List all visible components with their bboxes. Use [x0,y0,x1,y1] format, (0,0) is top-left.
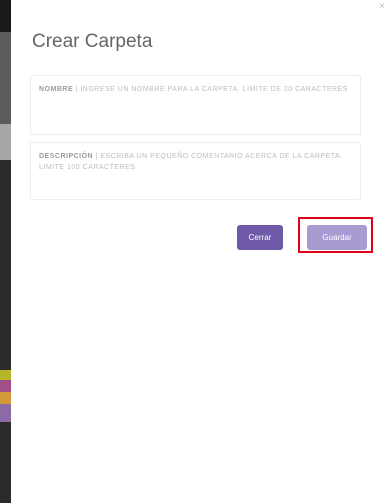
folder-name-input[interactable]: NOMBRE | INGRESE UN NOMBRE PARA LA CARPE… [30,75,361,135]
folder-description-label: DESCRIPCIÓN [39,153,94,160]
folder-name-placeholder: NOMBRE | INGRESE UN NOMBRE PARA LA CARPE… [39,84,350,95]
backdrop-band [0,0,11,32]
folder-description-placeholder: DESCRIPCIÓN | ESCRIBA UN PEQUEÑO COMENTA… [39,151,350,173]
backdrop-band [0,392,11,404]
background-overlay [0,0,11,503]
dialog-title: Crear Carpeta [32,31,153,52]
save-button[interactable]: Guardar [307,225,367,250]
folder-description-input[interactable]: DESCRIPCIÓN | ESCRIBA UN PEQUEÑO COMENTA… [30,142,361,200]
backdrop-band [0,404,11,422]
create-folder-dialog: × Crear Carpeta NOMBRE | INGRESE UN NOMB… [11,0,388,503]
folder-name-label: NOMBRE [39,86,74,93]
close-icon[interactable]: × [379,1,385,12]
folder-name-hint: | INGRESE UN NOMBRE PARA LA CARPETA. LIM… [75,86,348,93]
backdrop-band [0,124,11,160]
backdrop-band [0,32,11,124]
backdrop-band [0,380,11,392]
backdrop-band [0,370,11,380]
cancel-button[interactable]: Cerrar [237,225,283,250]
